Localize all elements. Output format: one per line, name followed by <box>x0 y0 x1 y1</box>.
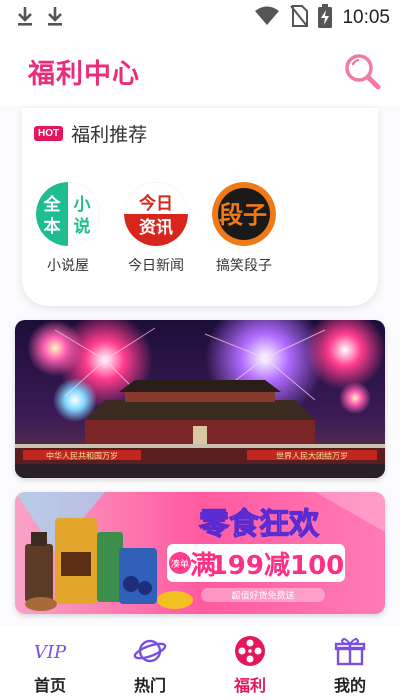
recommend-title: 福利推荐 <box>71 124 148 146</box>
download-icon <box>16 5 34 31</box>
snack-bottle <box>25 544 53 602</box>
gate-sign-right: 世界人民大团结万岁 <box>276 451 348 461</box>
recommend-card: HOT 福利推荐 全 小 本 说 小说屋 今日 资讯 今日新闻 段子 搞笑段子 <box>22 108 378 306</box>
battery-charging-icon <box>318 4 333 32</box>
nav-label: 福利 <box>233 676 266 695</box>
recommend-header: HOT 福利推荐 <box>34 120 147 147</box>
download-icon <box>46 5 64 31</box>
page-title: 福利中心 <box>28 58 140 90</box>
recommend-list: 全 小 本 说 小说屋 今日 资讯 今日新闻 段子 搞笑段子 <box>22 182 378 275</box>
nav-mine[interactable]: 我的 <box>300 626 400 700</box>
jokes-app-logo: 段子 <box>212 182 276 246</box>
snack-sale-banner[interactable]: 零食狂欢 凑单 满 199减100 超值好货免费送 <box>15 492 385 614</box>
gift-icon <box>332 636 368 666</box>
wifi-icon <box>254 6 280 30</box>
novel-logo-char-2: 小 <box>74 195 91 215</box>
snack-subline: 超值好货免费送 <box>231 590 294 602</box>
search-button[interactable] <box>342 51 382 91</box>
deal-tag: 凑单 <box>171 558 189 570</box>
jokes-logo-text: 段子 <box>219 201 267 229</box>
header: 福利中心 <box>0 36 400 106</box>
nav-welfare[interactable]: 福利 <box>200 626 300 700</box>
planet-icon <box>132 636 168 666</box>
status-bar: 10:05 <box>0 0 400 36</box>
welfare-center-screen: 10:05 福利中心 HOT 福利推荐 全 小 本 说 小说屋 今日 资讯 今日… <box>0 0 400 700</box>
search-icon <box>345 54 381 90</box>
gate-sign-left: 中华人民共和国万岁 <box>46 451 118 461</box>
novel-logo-char-3: 本 <box>44 216 61 237</box>
novel-logo-char-1: 全 <box>43 194 62 215</box>
status-time: 10:05 <box>342 7 390 28</box>
nav-label: 我的 <box>333 676 366 695</box>
nav-label: 热门 <box>133 676 166 695</box>
nav-label: 首页 <box>33 676 66 695</box>
vip-icon-text: VIP <box>34 642 67 663</box>
film-reel-icon <box>232 636 268 666</box>
bottom-nav: VIP 首页 热门 福利 我的 <box>0 626 400 700</box>
news-logo-top: 今日 <box>139 193 173 214</box>
recommend-item-news[interactable]: 今日 资讯 今日新闻 <box>112 182 200 275</box>
deal-text: 199减100 <box>210 551 345 581</box>
recommend-item-label: 今日新闻 <box>128 258 184 274</box>
snack-headline: 零食狂欢 <box>199 507 320 542</box>
fireworks-banner[interactable]: 中华人民共和国万岁 世界人民大团结万岁 <box>15 320 385 478</box>
news-app-logo: 今日 资讯 <box>124 182 188 246</box>
novel-app-logo: 全 小 本 说 <box>36 182 100 246</box>
hot-badge: HOT <box>34 126 64 141</box>
recommend-item-jokes[interactable]: 段子 搞笑段子 <box>200 182 288 275</box>
nav-hot[interactable]: 热门 <box>100 626 200 700</box>
novel-logo-char-4: 说 <box>74 216 91 237</box>
nav-home[interactable]: VIP 首页 <box>0 626 100 700</box>
recommend-item-label: 搞笑段子 <box>216 258 272 274</box>
no-sim-icon <box>290 5 309 31</box>
vip-icon: VIP <box>32 636 68 666</box>
news-logo-bottom: 资讯 <box>139 217 173 238</box>
recommend-item-novel[interactable]: 全 小 本 说 小说屋 <box>24 182 112 275</box>
recommend-item-label: 小说屋 <box>47 258 89 274</box>
